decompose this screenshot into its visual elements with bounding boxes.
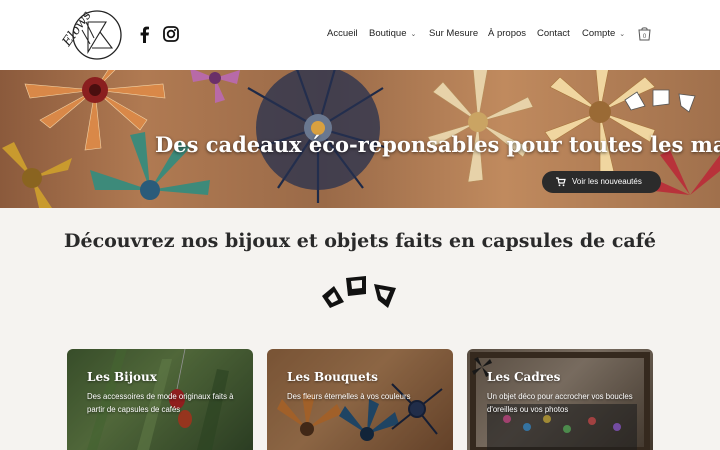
cart-icon	[556, 177, 566, 187]
cart-count: 0	[643, 34, 647, 40]
category-card-bijoux[interactable]: Les Bijoux Des accessoires de mode origi…	[67, 349, 253, 450]
coffee-capsules-icon	[322, 276, 396, 308]
card-title: Les Bouquets	[287, 370, 378, 384]
nav-label: À propos	[488, 28, 527, 39]
nav-item-sur-mesure[interactable]: Sur Mesure	[429, 28, 478, 39]
site-header: Elows Accueil Boutique ⌄ Sur Mesure À pro…	[0, 0, 720, 70]
chevron-down-icon: ⌄	[619, 31, 626, 38]
card-description: Des fleurs éternelles à vos couleurs	[287, 392, 411, 401]
section-title: Découvrez nos bijoux et objets faits en …	[64, 230, 656, 252]
main-nav: Accueil Boutique ⌄ Sur Mesure À propos Co…	[0, 28, 720, 44]
nav-label: Boutique	[369, 28, 407, 39]
nav-item-compte[interactable]: Compte ⌄	[582, 28, 625, 39]
nav-label: Contact	[537, 28, 570, 39]
card-title: Les Cadres	[487, 370, 561, 384]
nav-item-boutique[interactable]: Boutique ⌄	[369, 28, 416, 39]
nav-item-a-propos[interactable]: À propos	[488, 28, 526, 39]
nav-item-accueil[interactable]: Accueil	[327, 28, 358, 39]
nav-label: Compte	[582, 28, 616, 39]
card-description: Un objet déco pour accrocher vos boucles…	[487, 392, 633, 414]
chevron-down-icon: ⌄	[410, 31, 417, 38]
new-arrivals-label: Voir les nouveautés	[572, 177, 642, 186]
nav-label: Accueil	[327, 28, 358, 39]
card-title: Les Bijoux	[87, 370, 157, 384]
new-arrivals-button[interactable]: Voir les nouveautés	[542, 171, 661, 193]
cart-icon[interactable]: 0	[637, 26, 652, 41]
nav-item-contact[interactable]: Contact	[537, 28, 570, 39]
category-card-bouquets[interactable]: Les Bouquets Des fleurs éternelles à vos…	[267, 349, 453, 450]
nav-label: Sur Mesure	[429, 28, 479, 39]
category-card-cadres[interactable]: Les Cadres Un objet déco pour accrocher …	[467, 349, 653, 450]
card-description: Des accessoires de mode originaux faits …	[87, 392, 234, 414]
hero-title: Des cadeaux éco-reponsables pour toutes …	[155, 132, 720, 157]
